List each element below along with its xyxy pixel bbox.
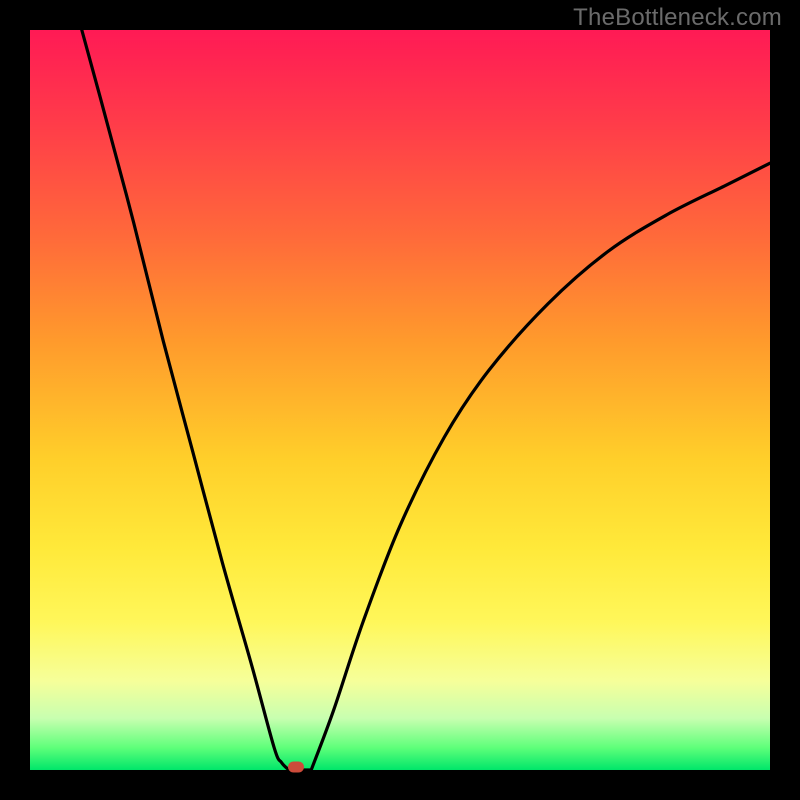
chart-frame: TheBottleneck.com [0,0,800,800]
optimal-point-marker [288,762,304,773]
bottleneck-curve [30,30,770,770]
plot-area [30,30,770,770]
watermark-text: TheBottleneck.com [573,4,782,32]
